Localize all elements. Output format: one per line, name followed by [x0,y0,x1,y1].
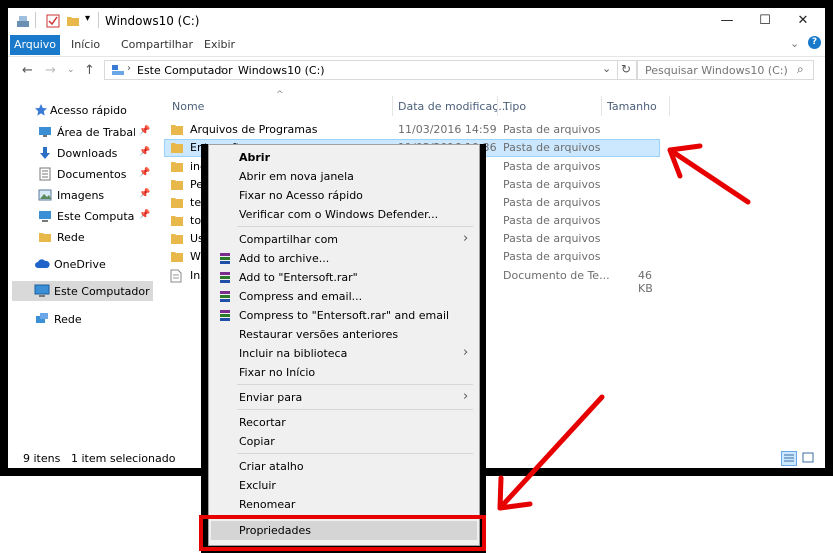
annotation-arrows [497,143,751,511]
annotation-arrow-bottom [497,394,605,511]
annotation-arrow-top [667,143,751,205]
